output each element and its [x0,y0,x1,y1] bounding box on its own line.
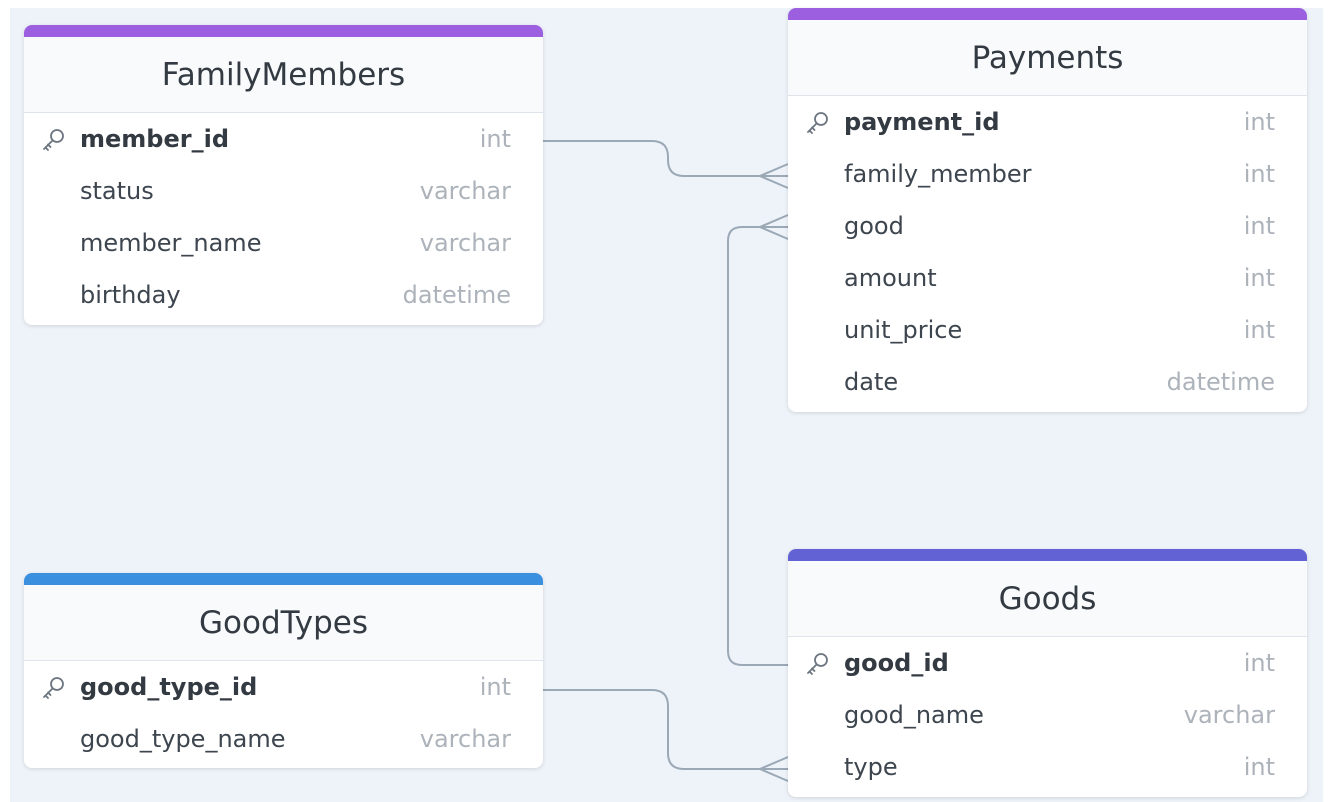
field-name: unit_price [844,316,963,344]
field-name: date [844,368,899,396]
table-goods[interactable]: Goods good_id int good_name varchar type int [788,549,1307,797]
field-type: datetime [1166,368,1275,396]
table-title[interactable]: Goods [788,561,1307,637]
field-type: varchar [419,725,511,753]
field-type: int [1243,160,1275,188]
field-row-good-type-id[interactable]: good_type_id int [24,661,543,713]
field-type: int [1243,753,1275,781]
table-color-bar [24,573,543,585]
key-icon [43,129,64,151]
table-title[interactable]: FamilyMembers [24,37,543,113]
field-row-date[interactable]: date datetime [788,356,1307,408]
field-row-birthday[interactable]: birthday datetime [24,269,543,321]
table-family-members[interactable]: FamilyMembers member_id int status varchar m… [24,25,543,325]
field-row-amount[interactable]: amount int [788,252,1307,304]
field-type: int [1243,316,1275,344]
field-type: int [479,673,511,701]
field-type: int [1243,264,1275,292]
table-title[interactable]: Payments [788,20,1307,96]
field-name: good [844,212,904,240]
field-type: int [1243,649,1275,677]
field-row-good[interactable]: good int [788,200,1307,252]
key-icon [43,677,64,699]
field-row-type[interactable]: type int [788,741,1307,793]
field-type: datetime [402,281,511,309]
field-list: good_type_id int good_type_name varchar [24,661,543,765]
table-payments[interactable]: Payments payment_id int family_member int go… [788,8,1307,412]
key-icon [807,112,828,134]
field-name: birthday [80,281,181,309]
field-name: family_member [844,160,1032,188]
field-row-family-member[interactable]: family_member int [788,148,1307,200]
field-name: good_type_name [80,725,286,753]
field-row-good-type-name[interactable]: good_type_name varchar [24,713,543,765]
field-list: member_id int status varchar member_name varc… [24,113,543,321]
field-type: int [1243,108,1275,136]
field-row-payment-id[interactable]: payment_id int [788,96,1307,148]
field-name: member_id [80,125,229,153]
field-type: int [479,125,511,153]
field-name: status [80,177,154,205]
field-list: good_id int good_name varchar type int [788,637,1307,793]
field-name: good_name [844,701,984,729]
table-title[interactable]: GoodTypes [24,585,543,661]
field-name: payment_id [844,108,1000,136]
key-icon [807,653,828,675]
table-good-types[interactable]: GoodTypes good_type_id int good_type_name v… [24,573,543,768]
field-type: int [1243,212,1275,240]
table-color-bar [788,549,1307,561]
field-row-good-id[interactable]: good_id int [788,637,1307,689]
field-row-member-id[interactable]: member_id int [24,113,543,165]
field-row-good-name[interactable]: good_name varchar [788,689,1307,741]
field-type: varchar [1183,701,1275,729]
field-name: member_name [80,229,262,257]
field-row-member-name[interactable]: member_name varchar [24,217,543,269]
field-name: good_type_id [80,673,258,701]
field-type: varchar [419,229,511,257]
field-name: amount [844,264,937,292]
table-color-bar [788,8,1307,20]
field-name: good_id [844,649,949,677]
table-color-bar [24,25,543,37]
field-list: payment_id int family_member int good int amou… [788,96,1307,408]
field-name: type [844,753,898,781]
field-type: varchar [419,177,511,205]
field-row-status[interactable]: status varchar [24,165,543,217]
field-row-unit-price[interactable]: unit_price int [788,304,1307,356]
